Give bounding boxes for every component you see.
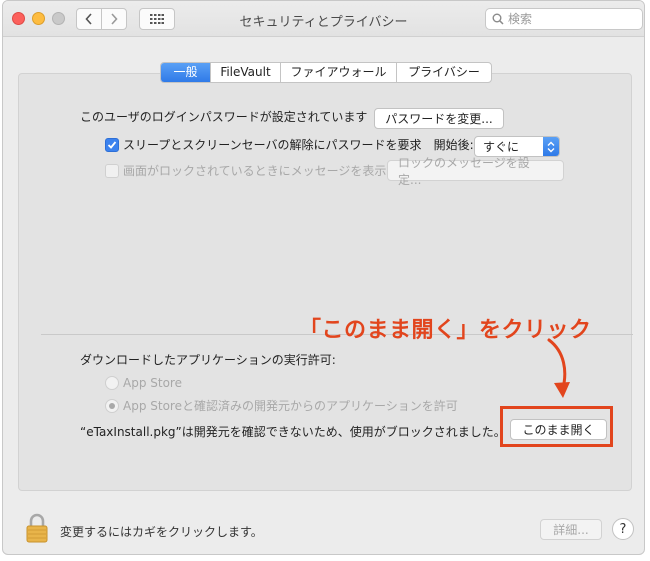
preferences-window: セキュリティとプライバシー 一般 FileVault ファイアウォール プライバ…	[2, 0, 645, 555]
details-button[interactable]: 詳細...	[540, 519, 602, 540]
checkmark-icon	[107, 140, 117, 149]
tab-bar: 一般 FileVault ファイアウォール プライバシー	[160, 62, 492, 83]
search-input[interactable]	[508, 12, 628, 26]
lock-message-row: 画面がロックされているときにメッセージを表示	[105, 162, 386, 179]
lock-message-button[interactable]: ロックのメッセージを設定...	[387, 156, 564, 187]
blocked-message-row: “eTaxInstall.pkg”は開発元を確認できないため、使用がブロックされ…	[80, 423, 506, 440]
downloads-heading-row: ダウンロードしたアプリケーションの実行許可:	[80, 351, 336, 368]
require-password-row: スリープとスクリーンセーバの解除にパスワードを要求 開始後:	[105, 136, 474, 153]
lock-message-checkbox[interactable]	[105, 163, 119, 178]
app-store-radio[interactable]	[105, 376, 119, 390]
help-button[interactable]: ?	[612, 518, 634, 540]
search-field[interactable]	[485, 8, 643, 30]
identified-option-row: App Storeと確認済みの開発元からのアプリケーションを許可	[105, 397, 458, 414]
lock-message-label: 画面がロックされているときにメッセージを表示	[123, 164, 387, 178]
login-password-label: このユーザのログインパスワードが設定されています	[80, 110, 368, 124]
open-anyway-highlight	[500, 406, 613, 447]
start-after-label: 開始後:	[433, 138, 474, 152]
tab-firewall[interactable]: ファイアウォール	[281, 63, 397, 82]
require-password-label: スリープとスクリーンセーバの解除にパスワードを要求	[123, 138, 422, 152]
login-password-row: このユーザのログインパスワードが設定されています	[80, 108, 367, 125]
lock-button[interactable]	[25, 513, 49, 546]
tab-filevault[interactable]: FileVault	[211, 63, 281, 82]
lock-hint-text: 変更するにはカギをクリックします。	[60, 525, 263, 539]
start-after-value: すぐに	[483, 140, 520, 154]
search-icon	[492, 13, 504, 25]
identified-developers-radio[interactable]	[105, 398, 119, 413]
tab-privacy[interactable]: プライバシー	[397, 63, 491, 82]
change-password-button[interactable]: パスワードを変更...	[374, 108, 504, 129]
tab-general[interactable]: 一般	[161, 63, 211, 82]
lock-icon	[26, 513, 48, 543]
require-password-checkbox[interactable]	[105, 137, 119, 152]
app-store-label: App Store	[123, 376, 182, 390]
annotation-arrow-icon	[547, 338, 570, 398]
downloads-heading: ダウンロードしたアプリケーションの実行許可:	[80, 353, 336, 367]
identified-developers-label: App Storeと確認済みの開発元からのアプリケーションを許可	[123, 399, 458, 413]
title-bar: セキュリティとプライバシー	[3, 1, 644, 37]
app-store-option-row: App Store	[105, 376, 182, 390]
blocked-message: “eTaxInstall.pkg”は開発元を確認できないため、使用がブロックされ…	[80, 425, 506, 439]
